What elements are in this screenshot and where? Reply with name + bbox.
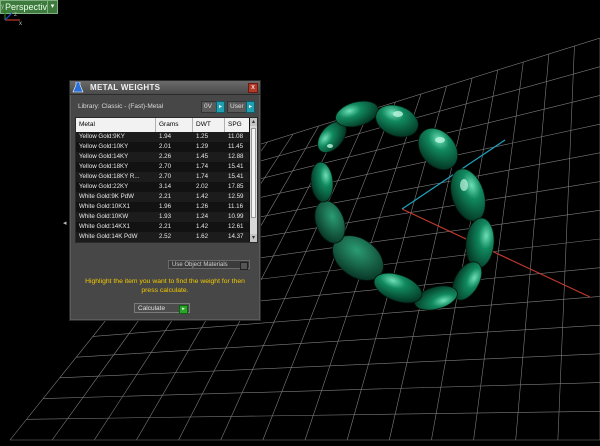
- table-row[interactable]: Yellow Gold:18KY R... 2.70 1.74 15.41: [76, 172, 249, 182]
- spg-cell: 10.99: [228, 213, 244, 220]
- grams-cell: 2.52: [159, 233, 172, 240]
- table-row[interactable]: Yellow Gold:22KY 3.14 2.02 17.85: [76, 182, 249, 192]
- grams-cell: 2.01: [159, 143, 172, 150]
- scroll-up-arrow-icon[interactable]: ▴: [250, 118, 257, 126]
- dwt-cell: 1.24: [196, 213, 209, 220]
- table-row[interactable]: White Gold:14KX1 2.21 1.42 12.61: [76, 222, 249, 232]
- metal-cell: White Gold:10KW: [79, 213, 129, 220]
- grams-cell: 1.94: [159, 133, 172, 140]
- grams-cell: 2.70: [159, 163, 172, 170]
- mode-select[interactable]: User: [227, 101, 247, 113]
- metal-cell: Yellow Gold:22KY: [79, 183, 129, 190]
- grams-cell: 1.93: [159, 213, 172, 220]
- table-row[interactable]: White Gold:10KX1 1.96 1.26 11.16: [76, 202, 249, 212]
- spg-cell: 11.16: [228, 203, 244, 210]
- close-button[interactable]: x: [248, 83, 258, 93]
- metal-cell: White Gold:10KX1: [79, 203, 130, 210]
- spg-cell: 15.41: [228, 163, 244, 170]
- spg-cell: 17.85: [228, 183, 244, 190]
- metal-cell: Yellow Gold:10KY: [79, 143, 129, 150]
- calculate-label: Calculate: [138, 305, 166, 312]
- x-axis-line: [401, 208, 591, 298]
- spg-cell: 11.45: [228, 143, 244, 150]
- dwt-cell: 2.02: [196, 183, 209, 190]
- library-row: Library: Classic - (Fast)-Metal 0V ▸ Use…: [70, 101, 260, 113]
- calculate-go-icon[interactable]: ▸: [179, 305, 188, 314]
- column-header-grams[interactable]: Grams: [156, 118, 193, 132]
- panel-collapse-arrow[interactable]: ◂: [63, 219, 67, 227]
- metal-cell: White Gold:14K PdW: [79, 233, 138, 240]
- axis-x-label: x: [19, 21, 22, 26]
- column-header-dwt[interactable]: DWT: [193, 118, 225, 132]
- table-row[interactable]: White Gold:9K PdW 2.21 1.42 12.59: [76, 192, 249, 202]
- bangle-model[interactable]: [309, 97, 496, 315]
- dwt-cell: 1.74: [196, 163, 209, 170]
- grams-cell: 2.26: [159, 153, 172, 160]
- dwt-cell: 1.42: [196, 193, 209, 200]
- axis-z-label: z: [14, 12, 17, 18]
- library-label: Library: Classic - (Fast)-Metal: [78, 103, 164, 110]
- mode-next-button[interactable]: ▸: [246, 101, 255, 113]
- table-row[interactable]: Yellow Gold:10KY 2.01 1.29 11.45: [76, 142, 249, 152]
- dwt-cell: 1.25: [196, 133, 209, 140]
- use-object-materials-toggle[interactable]: Use Object Materials: [168, 260, 250, 270]
- spg-cell: 11.08: [228, 133, 244, 140]
- table-row[interactable]: Yellow Gold:18KY 2.70 1.74 15.41: [76, 162, 249, 172]
- metal-cell: Yellow Gold:18KY R...: [79, 173, 140, 180]
- units-next-button[interactable]: ▸: [216, 101, 225, 113]
- table-row[interactable]: Yellow Gold:14KY 2.26 1.45 12.88: [76, 152, 249, 162]
- dwt-cell: 1.29: [196, 143, 209, 150]
- metal-weights-panel: METAL WEIGHTS x Library: Classic - (Fast…: [69, 80, 261, 321]
- table-row[interactable]: White Gold:10KW 1.93 1.24 10.99: [76, 212, 249, 222]
- grams-cell: 2.70: [159, 173, 172, 180]
- scroll-down-arrow-icon[interactable]: ▾: [250, 234, 257, 242]
- column-header-metal[interactable]: Metal: [76, 118, 156, 132]
- grams-cell: 2.21: [159, 193, 172, 200]
- grams-cell: 3.14: [159, 183, 172, 190]
- dwt-cell: 1.45: [196, 153, 209, 160]
- axis-gizmo: y z x: [1, 3, 22, 26]
- grams-cell: 1.96: [159, 203, 172, 210]
- spg-cell: 14.37: [228, 233, 244, 240]
- metal-cell: Yellow Gold:9KY: [79, 133, 125, 140]
- instructions-text: Highlight the item you want to find the …: [85, 278, 245, 294]
- metal-cell: Yellow Gold:18KY: [79, 163, 129, 170]
- grams-cell: 2.21: [159, 223, 172, 230]
- dwt-cell: 1.62: [196, 233, 209, 240]
- metal-cell: White Gold:9K PdW: [79, 193, 135, 200]
- dwt-cell: 1.26: [196, 203, 209, 210]
- column-header-spg[interactable]: SPG: [225, 118, 249, 132]
- spg-cell: 12.88: [228, 153, 244, 160]
- viewport-menu-button[interactable]: ▾: [47, 0, 58, 14]
- table-body: Yellow Gold:9KY 1.94 1.25 11.08 Yellow Gold:…: [76, 132, 249, 242]
- table-row[interactable]: White Gold:14K PdW 2.52 1.62 14.37: [76, 232, 249, 242]
- metal-table[interactable]: Metal Grams DWT SPG Yellow Gold:9KY 1.94 1…: [75, 117, 258, 243]
- metal-cell: White Gold:14KX1: [79, 223, 130, 230]
- table-row[interactable]: Yellow Gold:9KY 1.94 1.25 11.08: [76, 132, 249, 142]
- spg-cell: 15.41: [228, 173, 244, 180]
- flask-logo-icon: [72, 82, 84, 93]
- spg-cell: 12.61: [228, 223, 244, 230]
- table-header: Metal Grams DWT SPG: [76, 118, 249, 132]
- scroll-thumb[interactable]: [251, 128, 256, 218]
- dwt-cell: 1.42: [196, 223, 209, 230]
- axis-y-label: y: [1, 4, 4, 10]
- panel-titlebar[interactable]: METAL WEIGHTS x: [70, 81, 260, 95]
- spg-cell: 12.59: [228, 193, 244, 200]
- use-object-materials-checkbox[interactable]: [240, 262, 248, 270]
- calculate-button[interactable]: Calculate ▸: [134, 303, 190, 314]
- dwt-cell: 1.74: [196, 173, 209, 180]
- metal-cell: Yellow Gold:14KY: [79, 153, 129, 160]
- panel-title: METAL WEIGHTS: [90, 83, 161, 92]
- use-object-materials-label: Use Object Materials: [172, 262, 228, 268]
- table-scrollbar[interactable]: ▴ ▾: [250, 118, 257, 242]
